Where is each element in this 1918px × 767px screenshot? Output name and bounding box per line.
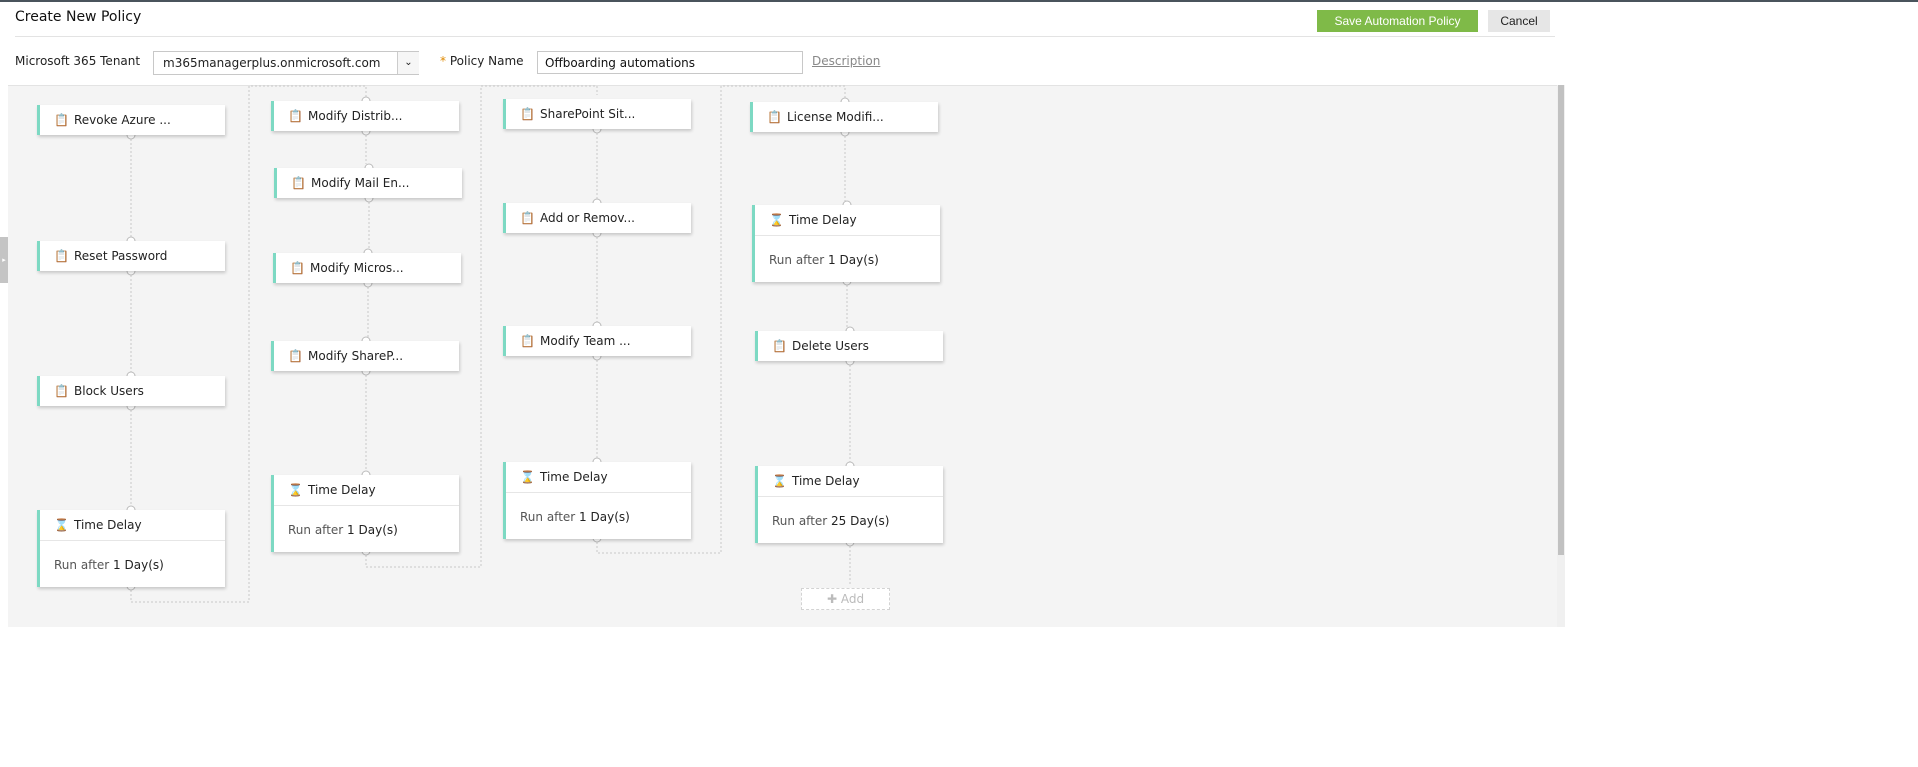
clipboard-icon: 📋	[520, 107, 535, 121]
action-node[interactable]: 📋 Block Users	[37, 376, 225, 406]
run-after-text: Run after 1 Day(s)	[288, 523, 398, 537]
hourglass-icon: ⌛	[772, 474, 787, 488]
clipboard-icon: 📋	[288, 109, 303, 123]
action-node[interactable]: 📋 Revoke Azure ...	[37, 105, 225, 135]
clipboard-icon: 📋	[54, 249, 69, 263]
hourglass-icon: ⌛	[54, 518, 69, 532]
clipboard-icon: 📋	[520, 211, 535, 225]
action-node[interactable]: 📋 Delete Users	[755, 331, 943, 361]
run-after-text: Run after 1 Day(s)	[520, 510, 630, 524]
clipboard-icon: 📋	[54, 384, 69, 398]
clipboard-icon: 📋	[520, 334, 535, 348]
action-node[interactable]: 📋 License Modifi...	[750, 102, 938, 132]
action-node[interactable]: 📋 Modify Distrib...	[271, 101, 459, 131]
hourglass-icon: ⌛	[769, 213, 784, 227]
plus-icon: ✚	[826, 592, 837, 606]
action-node[interactable]: 📋 Add or Remov...	[503, 203, 691, 233]
clipboard-icon: 📋	[288, 349, 303, 363]
time-delay-node[interactable]: ⌛ Time Delay Run after 1 Day(s)	[503, 462, 691, 539]
run-after-text: Run after 1 Day(s)	[54, 558, 164, 572]
clipboard-icon: 📋	[767, 110, 782, 124]
action-node[interactable]: 📋 Modify Mail En...	[274, 168, 462, 198]
action-node[interactable]: 📋 Reset Password	[37, 241, 225, 271]
add-step-button[interactable]: ✚ Add	[801, 588, 890, 610]
action-node[interactable]: 📋 Modify ShareP...	[271, 341, 459, 371]
time-delay-node[interactable]: ⌛ Time Delay Run after 1 Day(s)	[37, 510, 225, 587]
clipboard-icon: 📋	[54, 113, 69, 127]
hourglass-icon: ⌛	[520, 470, 535, 484]
hourglass-icon: ⌛	[288, 483, 303, 497]
clipboard-icon: 📋	[291, 176, 306, 190]
time-delay-node[interactable]: ⌛ Time Delay Run after 1 Day(s)	[752, 205, 940, 282]
time-delay-node[interactable]: ⌛ Time Delay Run after 1 Day(s)	[271, 475, 459, 552]
clipboard-icon: 📋	[772, 339, 787, 353]
action-node[interactable]: 📋 Modify Team ...	[503, 326, 691, 356]
action-node[interactable]: 📋 SharePoint Sit...	[503, 99, 691, 129]
run-after-text: Run after 25 Day(s)	[772, 514, 890, 528]
clipboard-icon: 📋	[290, 261, 305, 275]
action-node[interactable]: 📋 Modify Micros...	[273, 253, 461, 283]
run-after-text: Run after 1 Day(s)	[769, 253, 879, 267]
time-delay-node[interactable]: ⌛ Time Delay Run after 25 Day(s)	[755, 466, 943, 543]
